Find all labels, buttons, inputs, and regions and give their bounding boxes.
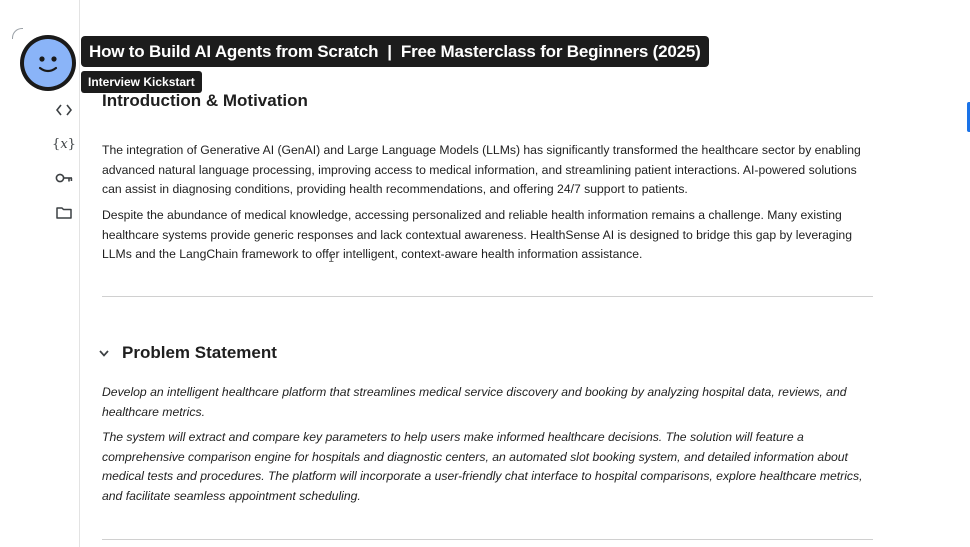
code-icon[interactable] [52, 100, 76, 120]
key-icon[interactable] [52, 168, 76, 188]
channel-avatar[interactable] [20, 35, 76, 91]
text-cursor-icon: I [328, 252, 335, 265]
problem-heading: Problem Statement [122, 343, 277, 362]
folder-icon[interactable] [52, 202, 76, 222]
smiley-face-icon [24, 39, 72, 87]
variables-icon[interactable]: {x} [52, 134, 76, 154]
chevron-down-icon [99, 349, 109, 357]
intro-paragraph-2: Despite the abundance of medical knowled… [102, 208, 852, 262]
channel-name[interactable]: Interview Kickstart [81, 71, 202, 93]
problem-paragraph-2: The system will extract and compare key … [102, 430, 863, 503]
intro-paragraph-1: The integration of Generative AI (GenAI)… [102, 143, 861, 197]
intro-heading: Introduction & Motivation [102, 91, 308, 110]
problem-paragraph-1: Develop an intelligent healthcare platfo… [102, 385, 847, 419]
video-title[interactable]: How to Build AI Agents from Scratch | Fr… [81, 36, 709, 67]
section-divider [102, 539, 873, 540]
collapse-section-toggle[interactable] [96, 344, 112, 362]
section-divider [102, 296, 873, 297]
